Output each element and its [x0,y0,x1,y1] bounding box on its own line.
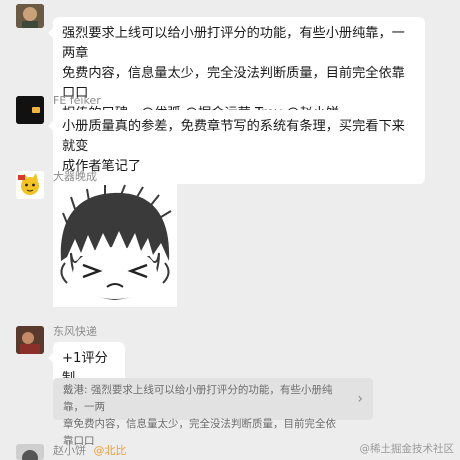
sender-name[interactable]: FE feiker [53,94,101,108]
message-text-line: 强烈要求上线可以给小册打评分的功能，有些小册纯靠，一两章 [62,26,405,61]
avatar[interactable] [16,96,44,124]
sender-name-text: 赵小饼 [53,444,86,457]
sender-name[interactable]: 大器晚成 [53,170,97,184]
avatar[interactable] [16,444,44,460]
message-bubble[interactable]: 小册质量真的参差，免费章节写的系统有条理，买完看下来就变 成作者笔记了 [48,110,425,184]
avatar[interactable] [16,171,44,199]
avatar[interactable] [16,4,44,28]
watermark: @稀土掘金技术社区 [359,443,455,455]
quoted-message[interactable]: 戴港: 强烈要求上线可以给小册打评分的功能，有些小册纯靠，一两 章免费内容，信息… [53,378,373,447]
quote-text-line: 戴港: 强烈要求上线可以给小册打评分的功能，有些小册纯靠，一两 [63,384,333,413]
crying-face-sticker[interactable] [53,183,177,307]
mention-tag[interactable]: @北比 [94,444,127,457]
message-text-line: 成作者笔记了 [62,159,142,174]
chevron-right-icon: › [357,391,363,407]
sender-name[interactable]: 赵小饼 @北比 [53,444,127,458]
message-text-line: 小册质量真的参差，免费章节写的系统有条理，买完看下来就变 [62,119,405,154]
sender-name[interactable]: 东风快递 [53,325,97,339]
avatar[interactable] [16,326,44,354]
message-text-line: 免费内容，信息量太少，完全没法判断质量，目前完全依靠口口 [62,66,405,101]
